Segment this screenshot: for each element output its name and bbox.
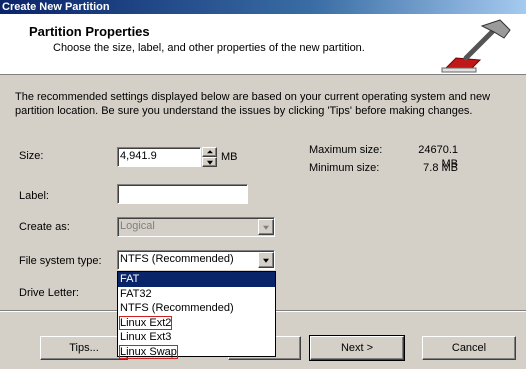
fs-type-dropdown-button[interactable] [258, 252, 274, 268]
fs-option-label: FAT [120, 273, 140, 285]
fs-option-label: Linux Ext3 [120, 331, 172, 344]
create-as-value: Logical [120, 220, 155, 232]
fs-option[interactable]: Linux Ext3 [118, 330, 275, 345]
size-spin-up-button[interactable] [202, 147, 217, 157]
create-as-select: Logical [117, 217, 275, 237]
label-label: Label: [19, 190, 49, 202]
create-as-dropdown-button [258, 219, 274, 235]
fs-option[interactable]: FAT32 [118, 287, 275, 302]
cancel-button-label: Cancel [451, 342, 487, 354]
arrow-down-icon [206, 160, 213, 165]
chevron-down-icon [263, 225, 269, 230]
page-subtitle: Choose the size, label, and other proper… [53, 42, 365, 54]
fs-option-label: Linux Swap [119, 344, 178, 359]
tips-button[interactable]: Tips... [40, 336, 128, 360]
tips-button-label: Tips... [69, 342, 99, 354]
fs-type-dropdown-list[interactable]: FAT FAT32 NTFS (Recommended) Linux Ext2 … [117, 271, 276, 360]
fs-option-label: Linux Ext2 [118, 315, 173, 330]
min-size-label: Minimum size: [309, 162, 380, 174]
page-title: Partition Properties [29, 24, 150, 39]
create-as-label: Create as: [19, 221, 70, 233]
size-label: Size: [19, 150, 44, 162]
fs-option-label: NTFS (Recommended) [120, 302, 234, 315]
hammer-icon [441, 19, 511, 73]
min-size-value: 7.8 MB [423, 162, 458, 174]
window-title: Create New Partition [2, 1, 110, 13]
size-unit: MB [221, 151, 238, 163]
next-button-label: Next > [340, 342, 374, 354]
size-input[interactable]: 4,941.9 [117, 147, 201, 167]
fs-type-value: NTFS (Recommended) [120, 253, 234, 265]
title-bar[interactable]: Create New Partition [0, 0, 526, 14]
fs-type-label: File system type: [19, 255, 102, 267]
label-input[interactable] [117, 184, 248, 204]
wizard-header: Partition Properties Choose the size, la… [0, 14, 526, 75]
fs-option[interactable]: FAT [118, 272, 275, 287]
size-spin-down-button[interactable] [202, 157, 217, 167]
arrow-up-icon [206, 150, 213, 154]
next-button[interactable]: Next > [309, 335, 405, 361]
max-size-label: Maximum size: [309, 144, 383, 156]
chevron-down-icon [263, 258, 269, 263]
drive-letter-label: Drive Letter: [19, 287, 79, 299]
fs-option-label: FAT32 [120, 287, 152, 300]
fs-option[interactable]: Linux Swap [118, 344, 275, 360]
fs-option[interactable]: Linux Ext2 [118, 315, 275, 331]
cancel-button[interactable]: Cancel [422, 336, 516, 360]
fs-option[interactable]: NTFS (Recommended) [118, 301, 275, 316]
fs-type-select[interactable]: NTFS (Recommended) [117, 250, 275, 270]
description-text: The recommended settings displayed below… [15, 91, 491, 117]
